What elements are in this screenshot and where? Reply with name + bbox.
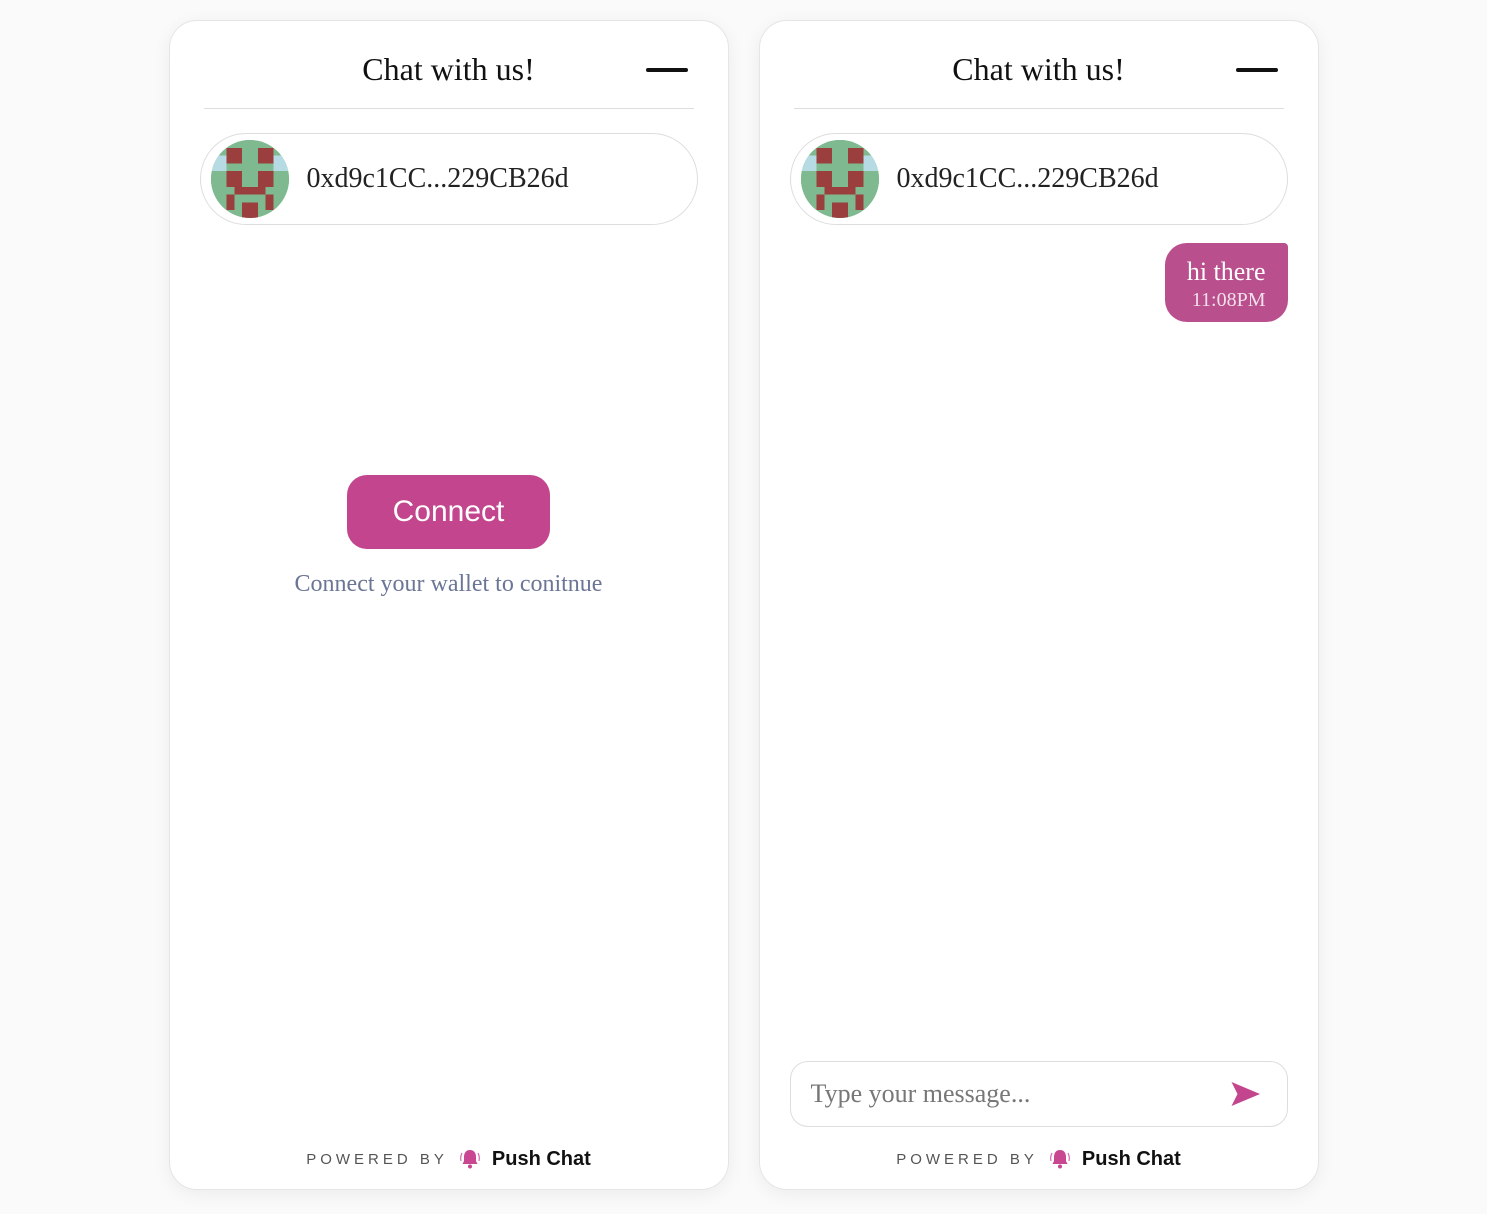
chat-widget-disconnected: Chat with us! 0xd9c1CC...229CB26d Connec bbox=[169, 20, 729, 1190]
brand-name: Push Chat bbox=[492, 1148, 591, 1171]
powered-by-label: POWERED BY bbox=[306, 1151, 448, 1168]
message-text: hi there bbox=[1187, 257, 1266, 287]
chat-header: Chat with us! bbox=[200, 51, 698, 88]
send-icon bbox=[1227, 1076, 1263, 1112]
chat-header: Chat with us! bbox=[790, 51, 1288, 88]
avatar bbox=[211, 140, 289, 218]
minimize-icon[interactable] bbox=[1236, 68, 1278, 72]
send-button[interactable] bbox=[1223, 1076, 1267, 1112]
chat-widget-connected: Chat with us! 0xd9c1CC...229CB26d bbox=[759, 20, 1319, 1190]
wallet-address: 0xd9c1CC...229CB26d bbox=[307, 163, 569, 195]
message-time: 11:08PM bbox=[1187, 289, 1266, 312]
avatar bbox=[801, 140, 879, 218]
address-pill[interactable]: 0xd9c1CC...229CB26d bbox=[790, 133, 1288, 225]
header-divider bbox=[794, 108, 1284, 109]
wallet-address: 0xd9c1CC...229CB26d bbox=[897, 163, 1159, 195]
chat-body: hi there 11:08PM bbox=[790, 225, 1288, 1141]
message-input-row bbox=[790, 1061, 1288, 1127]
chat-footer: POWERED BY Push Chat bbox=[200, 1147, 698, 1171]
message-input[interactable] bbox=[811, 1079, 1223, 1109]
chat-footer: POWERED BY Push Chat bbox=[790, 1147, 1288, 1171]
chat-title: Chat with us! bbox=[362, 51, 534, 88]
connect-hint: Connect your wallet to conitnue bbox=[295, 571, 603, 598]
push-bell-icon bbox=[458, 1147, 482, 1171]
message-bubble-sent: hi there 11:08PM bbox=[1165, 243, 1288, 322]
address-pill[interactable]: 0xd9c1CC...229CB26d bbox=[200, 133, 698, 225]
powered-by-label: POWERED BY bbox=[896, 1151, 1038, 1168]
brand-name: Push Chat bbox=[1082, 1148, 1181, 1171]
connect-block: Connect Connect your wallet to conitnue bbox=[200, 475, 698, 598]
chat-title: Chat with us! bbox=[952, 51, 1124, 88]
message-list: hi there 11:08PM bbox=[790, 243, 1288, 322]
chat-body: Connect Connect your wallet to conitnue bbox=[200, 225, 698, 1141]
connect-button[interactable]: Connect bbox=[347, 475, 551, 549]
minimize-icon[interactable] bbox=[646, 68, 688, 72]
header-divider bbox=[204, 108, 694, 109]
push-bell-icon bbox=[1048, 1147, 1072, 1171]
